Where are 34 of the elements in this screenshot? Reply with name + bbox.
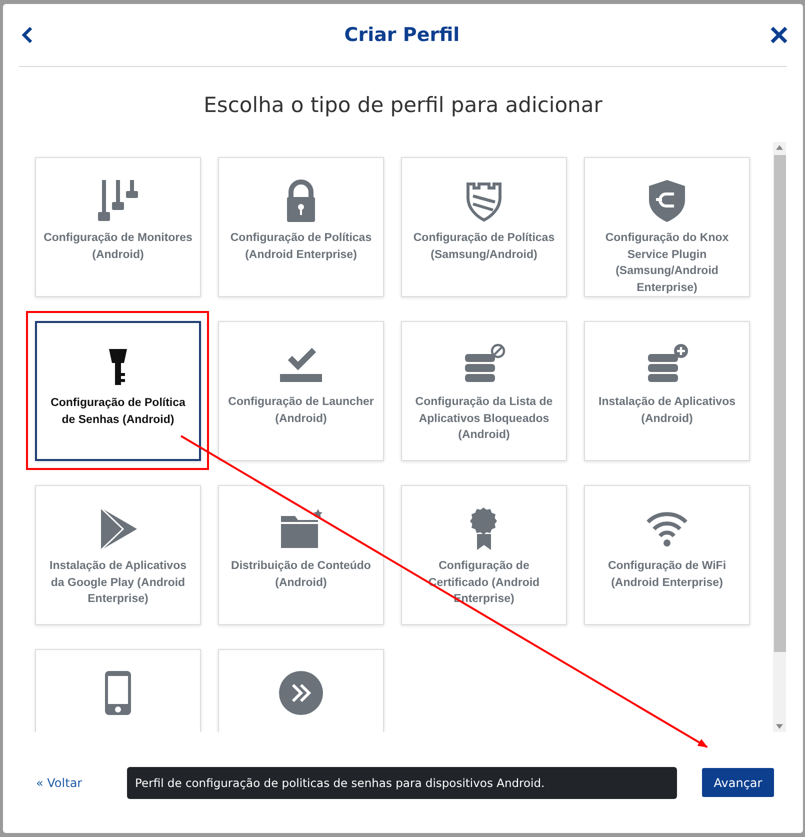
scrollbar[interactable] xyxy=(773,142,786,732)
tile-label: Configuração da Lista de Aplicativos Bloqueados (Android) xyxy=(414,395,554,443)
tile-label: Configuração de Políticas (Android Enterprise) xyxy=(229,231,373,262)
tile-label: Configuração de WiFi (Android Enterprise) xyxy=(606,559,728,590)
profile-tile[interactable]: Configuração de WiFi (Android Enterprise) xyxy=(584,485,750,625)
profile-tile[interactable]: Configuração de Política de Senhas (Android) xyxy=(35,321,201,461)
profile-tile[interactable]: Configuração do Knox Service Plugin (Samsung/Android Enterprise) xyxy=(584,157,750,297)
profile-tile[interactable]: Configuração da Lista de Aplicativos Bloqueados (Android) xyxy=(401,321,567,461)
tile-label: Configuração de Launcher (Android) xyxy=(227,395,375,426)
tile-label: Configuração de Políticas (Samsung/Android) xyxy=(412,231,556,262)
scroll-up-icon[interactable] xyxy=(776,145,783,150)
profile-tile[interactable]: Instalação de Aplicativos (Android) xyxy=(584,321,750,461)
back-link[interactable]: « Voltar xyxy=(36,776,127,790)
tile-label: Configuração do Knox Service Plugin (Samsung/Android Enterprise) xyxy=(604,231,730,296)
heading: Escolha o tipo de perfil para adicionar xyxy=(202,92,604,119)
tile-label: Configuração de Política de Senhas (Android) xyxy=(50,396,186,428)
profile-tile[interactable]: Configuração de Launcher (Android) xyxy=(218,321,384,461)
back-icon[interactable] xyxy=(20,26,34,44)
tile-label: Instalação de Aplicativos (Android) xyxy=(598,395,736,426)
profile-tile[interactable]: Configuração de Políticas (Android Enterprise) xyxy=(218,157,384,297)
close-icon[interactable] xyxy=(770,26,788,44)
tile-label: Distribuição de Conteúdo (Android) xyxy=(230,559,372,590)
profile-tile[interactable]: Configuração de Políticas (Samsung/Android) xyxy=(401,157,567,297)
profile-tile[interactable]: Instalação de Aplicativos da Google Play (Android Enterprise) xyxy=(35,485,201,625)
double-chevron-icon xyxy=(278,670,324,716)
tile-label: Instalação de Aplicativos da Google Play (Android Enterprise) xyxy=(48,559,188,607)
next-button[interactable]: Avançar xyxy=(702,768,774,797)
dialog-title: Criar Perfil xyxy=(344,24,460,46)
tile-label: Configuração de Monitores (Android) xyxy=(42,231,194,262)
scroll-down-icon[interactable] xyxy=(776,724,783,729)
description-tooltip: Perfil de configuração de politicas de senhas para dispositivos Android. xyxy=(127,766,677,798)
sliders-icon xyxy=(95,178,141,224)
profile-tile[interactable]: Distribuição de Conteúdo (Android) xyxy=(218,485,384,625)
profile-tile[interactable]: Configuração de Monitores (Android) xyxy=(35,157,201,297)
